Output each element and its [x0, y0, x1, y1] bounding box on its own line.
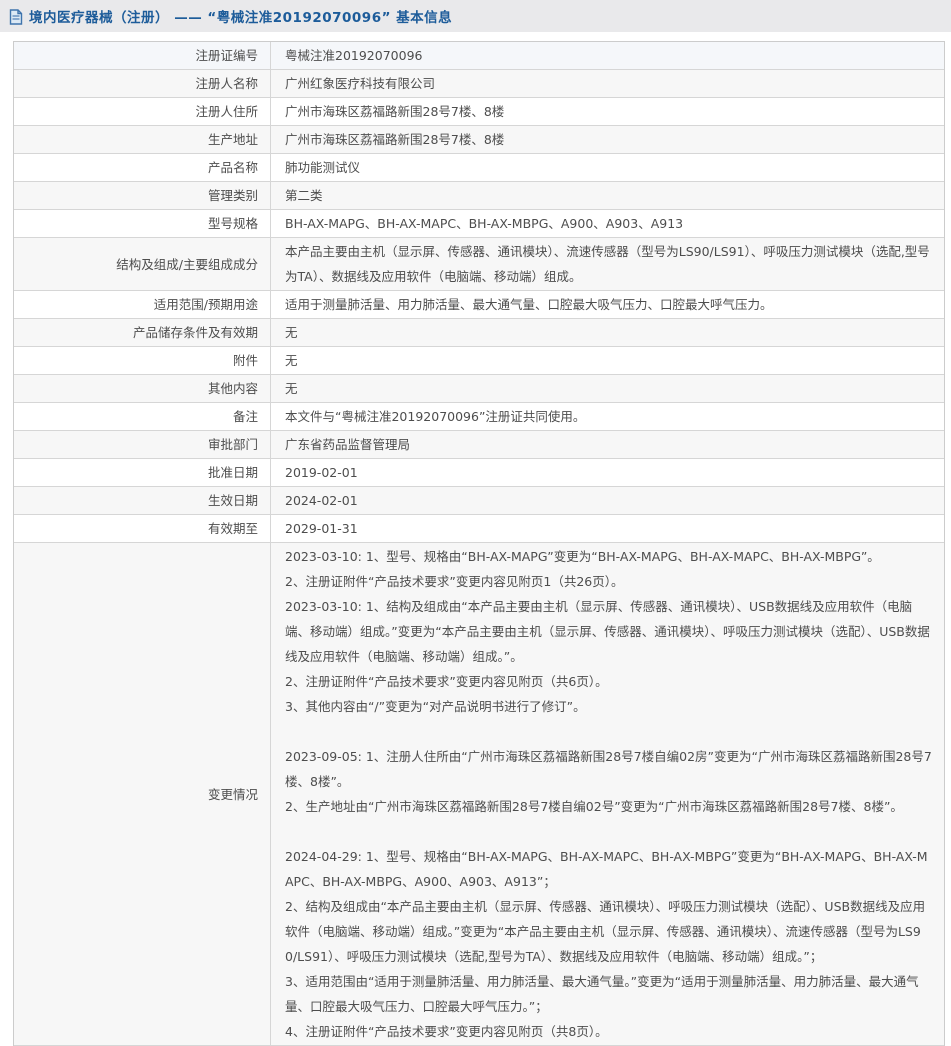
info-table: 注册证编号 粤械注准20192070096 注册人名称 广州红象医疗科技有限公司 注册人…: [13, 41, 945, 1046]
table-row: 产品名称 肺功能测试仪: [14, 154, 944, 182]
table-row: 生效日期 2024-02-01: [14, 487, 944, 515]
row-value: 广东省药品监督管理局: [285, 437, 411, 452]
row-label: 型号规格: [14, 210, 271, 237]
row-value: 适用于测量肺活量、用力肺活量、最大通气量、口腔最大吸气压力、口腔最大呼气压力。: [285, 297, 773, 312]
table-row: 注册人住所 广州市海珠区荔福路新围28号7楼、8楼: [14, 98, 944, 126]
row-label: 产品名称: [14, 154, 271, 181]
table-row: 生产地址 广州市海珠区荔福路新围28号7楼、8楼: [14, 126, 944, 154]
table-row: 备注 本文件与“粤械注准20192070096”注册证共同使用。: [14, 403, 944, 431]
row-value: 无: [285, 353, 298, 368]
row-value: BH-AX-MAPG、BH-AX-MAPC、BH-AX-MBPG、A900、A9…: [285, 216, 684, 231]
table-row: 适用范围/预期用途 适用于测量肺活量、用力肺活量、最大通气量、口腔最大吸气压力、口…: [14, 291, 944, 319]
table-row: 附件无: [14, 347, 944, 375]
row-value: 广州市海珠区荔福路新围28号7楼、8楼: [285, 132, 505, 147]
row-label: 生产地址: [14, 126, 271, 153]
table-row: 产品储存条件及有效期无: [14, 319, 944, 347]
table-row: 型号规格 BH-AX-MAPG、BH-AX-MAPC、BH-AX-MBPG、A90…: [14, 210, 944, 238]
row-value: 第二类: [285, 188, 323, 203]
row-value: 本产品主要由主机（显示屏、传感器、通讯模块）、流速传感器（型号为LS90/LS9…: [285, 244, 930, 284]
row-label: 生效日期: [14, 487, 271, 514]
row-label: 有效期至: [14, 515, 271, 542]
table-row: 其他内容无: [14, 375, 944, 403]
row-value: 肺功能测试仪: [285, 160, 361, 175]
row-value: 2019-02-01: [285, 465, 358, 480]
row-value: 粤械注准20192070096: [285, 48, 423, 63]
row-value: 2023-03-10: 1、型号、规格由“BH-AX-MAPG”变更为“BH-A…: [285, 549, 932, 1039]
table-row: 变更情况 2023-03-10: 1、型号、规格由“BH-AX-MAPG”变更为“…: [14, 543, 944, 1046]
row-value: 广州市海珠区荔福路新围28号7楼、8楼: [285, 104, 505, 119]
table-row: 注册人名称 广州红象医疗科技有限公司: [14, 70, 944, 98]
table-row: 管理类别 第二类: [14, 182, 944, 210]
row-label: 产品储存条件及有效期: [14, 319, 271, 346]
row-value: 2029-01-31: [285, 521, 358, 536]
row-value: 广州红象医疗科技有限公司: [285, 76, 436, 91]
table-row: 结构及组成/主要组成成分 本产品主要由主机（显示屏、传感器、通讯模块）、流速传感器…: [14, 238, 944, 291]
row-label: 注册证编号: [14, 42, 271, 69]
row-label: 其他内容: [14, 375, 271, 402]
page-title: 境内医疗器械（注册） —— “粤械注准20192070096” 基本信息: [29, 10, 453, 26]
row-label: 结构及组成/主要组成成分: [14, 238, 271, 290]
table-row: 审批部门 广东省药品监督管理局: [14, 431, 944, 459]
document-icon: [9, 8, 23, 25]
row-label: 注册人名称: [14, 70, 271, 97]
page-title-bar: 境内医疗器械（注册） —— “粤械注准20192070096” 基本信息: [0, 0, 951, 32]
row-label: 变更情况: [14, 543, 271, 1045]
row-label: 备注: [14, 403, 271, 430]
row-label: 批准日期: [14, 459, 271, 486]
row-label: 审批部门: [14, 431, 271, 458]
table-row: 批准日期 2019-02-01: [14, 459, 944, 487]
row-label: 注册人住所: [14, 98, 271, 125]
row-value: 2024-02-01: [285, 493, 358, 508]
row-label: 管理类别: [14, 182, 271, 209]
row-value: 无: [285, 325, 298, 340]
row-label: 附件: [14, 347, 271, 374]
table-row: 注册证编号 粤械注准20192070096: [14, 42, 944, 70]
table-row: 有效期至 2029-01-31: [14, 515, 944, 543]
row-value: 本文件与“粤械注准20192070096”注册证共同使用。: [285, 409, 586, 424]
row-label: 适用范围/预期用途: [14, 291, 271, 318]
row-value: 无: [285, 381, 298, 396]
